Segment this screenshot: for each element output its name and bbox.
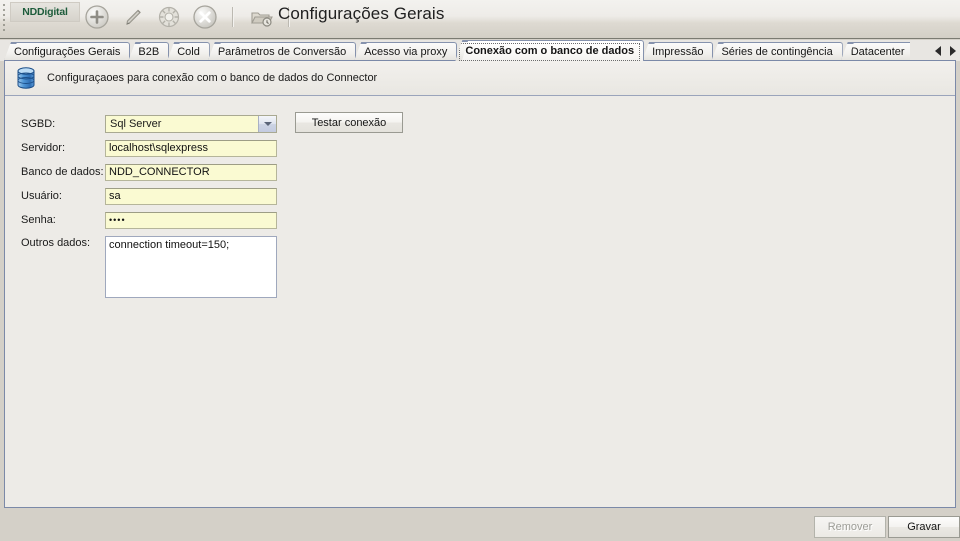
folder-search-icon[interactable]: [248, 4, 274, 30]
form-row-servidor: Servidor:: [21, 136, 955, 160]
tab-label: Datacenter: [850, 46, 905, 58]
banco-de-dados-label: Banco de dados:: [21, 166, 104, 178]
tab-scroll-controls: [935, 42, 956, 59]
form-row-outros-dados: Outros dados: connection timeout=150;: [21, 236, 955, 298]
tab-label: Conexão com o banco de dados: [465, 45, 635, 57]
tab-impressao[interactable]: Impressão: [642, 42, 714, 61]
chevron-down-glyph: [263, 122, 272, 126]
senha-input[interactable]: [105, 211, 277, 229]
tab-acesso-via-proxy[interactable]: Acesso via proxy: [354, 42, 458, 61]
tab-label: Parâmetros de Conversão: [217, 46, 347, 58]
edit-pencil-icon[interactable]: [120, 4, 146, 30]
tab-label: Cold: [177, 46, 200, 58]
title-bar: NDDigital Configurações Gerais: [0, 0, 960, 39]
tab-label: Impressão: [652, 46, 704, 58]
tab-bar: Configurações Gerais B2B Cold Parâmetros…: [0, 40, 960, 61]
sgbd-label: SGBD:: [21, 118, 56, 130]
tab-label: Séries de contingência: [721, 46, 833, 58]
settings-wheel-icon[interactable]: [156, 4, 182, 30]
tab-datacenter[interactable]: Datacenter: [840, 42, 910, 61]
scroll-left-icon[interactable]: [935, 45, 941, 56]
toolbar: [84, 0, 294, 34]
usuario-label: Usuário:: [21, 190, 62, 202]
tab-cold[interactable]: Cold: [167, 42, 210, 61]
tab-label: Acesso via proxy: [364, 46, 448, 58]
tab-scroll-viewport: Configurações Gerais B2B Cold Parâmetros…: [4, 40, 910, 61]
tab-configuracoes-gerais[interactable]: Configurações Gerais: [4, 42, 131, 61]
application-window: NDDigital Configurações Gerais Configura…: [0, 0, 960, 541]
toolbar-drag-handle[interactable]: [2, 4, 6, 31]
servidor-input[interactable]: [105, 139, 277, 157]
tab-b2b[interactable]: B2B: [128, 42, 170, 61]
gravar-button[interactable]: Gravar: [888, 516, 960, 538]
tab-series-de-contingencia[interactable]: Séries de contingência: [711, 42, 843, 61]
outros-dados-label: Outros dados:: [21, 237, 91, 249]
content-panel: Configuraçaoes para conexão com o banco …: [4, 60, 956, 508]
logo-text: NDDigital: [22, 6, 68, 18]
panel-header: Configuraçaoes para conexão com o banco …: [5, 61, 955, 96]
footer-bar: Remover Gravar: [0, 509, 960, 541]
sgbd-select[interactable]: Sql Server: [105, 115, 277, 133]
form-row-usuario: Usuário:: [21, 184, 955, 208]
tab-conexao-com-o-banco-de-dados[interactable]: Conexão com o banco de dados: [455, 40, 645, 61]
form-row-senha: Senha:: [21, 208, 955, 232]
outros-dados-textarea[interactable]: connection timeout=150;: [105, 236, 277, 298]
tab-parametros-de-conversao[interactable]: Parâmetros de Conversão: [207, 42, 357, 61]
tab-label: Configurações Gerais: [14, 46, 121, 58]
connection-form: SGBD: Sql Server Servidor: Banco de dado…: [5, 96, 955, 298]
tab-label: B2B: [138, 46, 160, 58]
panel-header-text: Configuraçaoes para conexão com o banco …: [47, 72, 378, 84]
nddigital-logo: NDDigital: [10, 2, 80, 22]
servidor-label: Servidor:: [21, 142, 66, 154]
scroll-right-icon[interactable]: [950, 45, 956, 56]
usuario-input[interactable]: [105, 187, 277, 205]
chevron-down-icon[interactable]: [258, 116, 276, 132]
form-row-sgbd: SGBD: Sql Server: [21, 112, 955, 136]
senha-label: Senha:: [21, 214, 56, 226]
cancel-icon[interactable]: [192, 4, 218, 30]
testar-conexao-button[interactable]: Testar conexão: [295, 112, 403, 133]
form-row-banco-de-dados: Banco de dados:: [21, 160, 955, 184]
add-icon[interactable]: [84, 4, 110, 30]
database-icon: [15, 66, 37, 90]
page-title: Configurações Gerais: [278, 4, 445, 23]
banco-de-dados-input[interactable]: [105, 163, 277, 181]
toolbar-separator-1: [232, 7, 234, 27]
remover-button[interactable]: Remover: [814, 516, 886, 538]
sgbd-selected-value: Sql Server: [110, 118, 162, 130]
